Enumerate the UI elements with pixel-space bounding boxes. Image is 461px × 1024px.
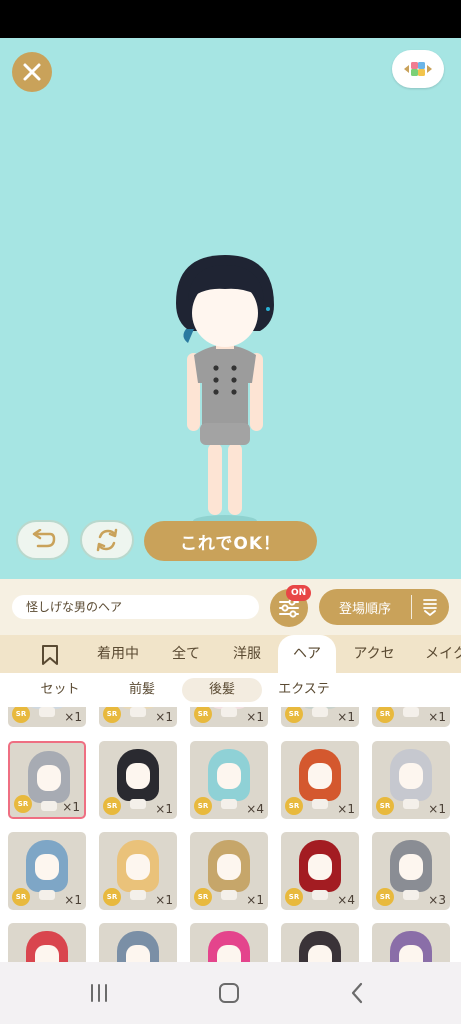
rarity-badge: SR	[376, 707, 394, 723]
item-count: ×1	[155, 802, 173, 816]
subtab-set[interactable]: セット	[18, 678, 102, 702]
item-count: ×1	[337, 802, 355, 816]
item-card[interactable]: SR ×1	[99, 741, 177, 819]
item-card[interactable]	[190, 923, 268, 962]
confirm-button[interactable]: これでOK！	[144, 521, 317, 561]
item-card[interactable]: SR ×1	[190, 707, 268, 727]
item-count: ×1	[428, 802, 446, 816]
tab-clothes[interactable]: 洋服	[220, 635, 274, 673]
sort-button[interactable]: 登場順序	[319, 589, 449, 625]
item-card[interactable]: SR ×1	[99, 832, 177, 910]
back-icon	[351, 982, 363, 1004]
rarity-badge: SR	[194, 888, 212, 906]
rarity-badge: SR	[285, 707, 303, 723]
tab-wearing[interactable]: 着用中	[84, 635, 152, 673]
item-card[interactable]: SR ×4	[190, 741, 268, 819]
item-card[interactable]: SR ×1	[190, 832, 268, 910]
recent-apps-icon	[91, 984, 107, 1002]
system-nav-bar	[0, 962, 461, 1024]
item-card[interactable]	[99, 923, 177, 962]
rarity-badge: SR	[285, 888, 303, 906]
rarity-badge: SR	[194, 797, 212, 815]
item-count: ×1	[155, 710, 173, 724]
item-card[interactable]: SR ×1	[8, 741, 86, 819]
item-card[interactable]: SR ×1	[281, 707, 359, 727]
item-name-display: 怪しげな男のヘア	[12, 595, 259, 619]
item-card[interactable]	[372, 923, 450, 962]
item-count: ×1	[155, 893, 173, 907]
item-count: ×1	[62, 800, 80, 814]
rarity-badge: SR	[376, 797, 394, 815]
item-card[interactable]	[281, 923, 359, 962]
tab-makeup[interactable]: メイク	[416, 635, 461, 673]
item-count: ×1	[64, 893, 82, 907]
bookmark-icon[interactable]	[40, 644, 60, 666]
undo-button[interactable]	[16, 520, 70, 560]
sort-divider	[411, 595, 412, 619]
item-card[interactable]: SR ×1	[372, 707, 450, 727]
item-card[interactable]: SR ×1	[281, 741, 359, 819]
close-button[interactable]	[12, 52, 52, 92]
back-button[interactable]	[340, 980, 374, 1006]
item-count: ×1	[428, 710, 446, 724]
rarity-badge: SR	[103, 888, 121, 906]
tab-accessories[interactable]: アクセ	[342, 635, 406, 673]
item-count: ×3	[428, 893, 446, 907]
item-card[interactable]: SR ×1	[99, 707, 177, 727]
item-card[interactable]: SR ×1	[8, 707, 86, 727]
home-icon	[219, 983, 239, 1003]
item-grid: SR ×1 SR ×1 SR ×1 SR ×1 SR ×1 SR ×1 SR ×…	[0, 707, 461, 962]
home-button[interactable]	[212, 980, 246, 1006]
tab-all[interactable]: 全て	[158, 635, 214, 673]
palette-button[interactable]	[392, 50, 444, 88]
rarity-badge: SR	[103, 707, 121, 723]
item-card[interactable]: SR ×1	[372, 741, 450, 819]
tab-hair[interactable]: ヘア	[278, 635, 336, 673]
rarity-badge: SR	[12, 888, 30, 906]
avatar-figure	[176, 255, 274, 527]
item-info-bar: 怪しげな男のヘア ON 登場順序	[0, 579, 461, 635]
undo-icon	[32, 529, 56, 548]
status-bar	[0, 0, 461, 38]
sort-label: 登場順序	[338, 601, 391, 617]
item-count: ×4	[337, 893, 355, 907]
sliders-icon	[279, 598, 299, 618]
rarity-badge: SR	[285, 797, 303, 815]
recent-apps-button[interactable]	[82, 980, 116, 1006]
sort-order-icon[interactable]	[412, 598, 448, 616]
item-card[interactable]: SR ×1	[8, 832, 86, 910]
item-count: ×1	[246, 893, 264, 907]
item-card[interactable]: SR ×4	[281, 832, 359, 910]
palette-icon	[404, 62, 432, 76]
item-count: ×1	[64, 710, 82, 724]
close-icon	[23, 63, 41, 81]
rarity-badge: SR	[12, 707, 30, 723]
avatar-stage: これでOK！	[0, 38, 461, 579]
item-card[interactable]	[8, 923, 86, 962]
item-count: ×1	[337, 710, 355, 724]
filter-on-badge: ON	[286, 585, 312, 601]
rarity-badge: SR	[376, 888, 394, 906]
item-card[interactable]: SR ×3	[372, 832, 450, 910]
reset-button[interactable]	[80, 520, 134, 560]
rarity-badge: SR	[103, 797, 121, 815]
item-count: ×1	[246, 710, 264, 724]
subtab-back-hair[interactable]: 後髪	[182, 678, 262, 702]
refresh-icon	[96, 528, 118, 552]
item-count: ×4	[246, 802, 264, 816]
category-tabs: 着用中 全て 洋服 ヘア アクセ メイク	[0, 635, 461, 673]
rarity-badge: SR	[194, 707, 212, 723]
subtab-extensions[interactable]: エクステ	[264, 678, 344, 702]
rarity-badge: SR	[14, 795, 32, 813]
subcategory-tabs: セット 前髪 後髪 エクステ	[0, 673, 461, 707]
subtab-bangs[interactable]: 前髪	[102, 678, 182, 702]
